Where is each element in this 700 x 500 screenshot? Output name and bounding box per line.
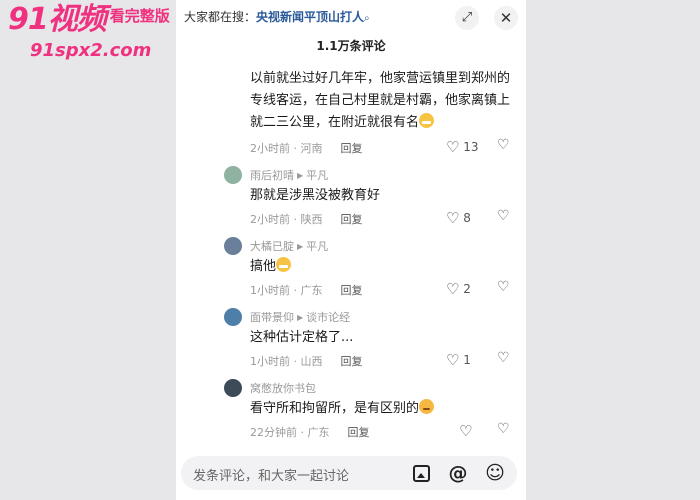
author-name[interactable]: 大橘已腚 [250, 240, 294, 253]
search-term-link[interactable]: 央视新闻平顶山打人 [256, 10, 364, 24]
heart-icon: ♡ [459, 422, 473, 440]
comment-author-row: 窝憋放你书包 [250, 380, 316, 396]
author-name[interactable]: 面带景仰 [250, 311, 294, 324]
comment-author-row: 雨后初晴 ▶ 平凡 [250, 169, 329, 182]
avatar[interactable] [224, 166, 242, 184]
comment-text: 以前就坐过好几年牢，他家营运镇里到郑州的专线客运，在自己村里就是村霸，他家离镇上… [250, 71, 511, 130]
reply-button[interactable]: 回复 [341, 213, 363, 226]
like-button[interactable]: ♡ [459, 422, 472, 440]
watermark: 91视频 看完整版 91spx2.com [8, 2, 170, 61]
like-button[interactable]: ♡ 8 [446, 209, 471, 227]
like-button[interactable]: ♡ 1 [446, 351, 471, 369]
comment-meta: 2小时前 · 河南 回复 [250, 142, 363, 155]
avatar[interactable] [224, 379, 242, 397]
image-icon[interactable] [409, 461, 433, 485]
heart-icon: ♡ [446, 351, 460, 369]
heart-icon: ♡ [446, 209, 460, 227]
heart-icon: ♡ [446, 280, 460, 298]
search-prefix: 大家都在搜： [184, 10, 257, 24]
watermark-url: 91spx2.com [30, 40, 152, 61]
author-name[interactable]: 雨后初晴 [250, 169, 294, 182]
dislike-icon[interactable]: ♡ [497, 350, 510, 366]
dislike-icon[interactable]: ♡ [497, 137, 510, 153]
reply-to-name[interactable]: 谈市论经 [306, 311, 350, 324]
reply-to-name[interactable]: 平凡 [306, 240, 328, 253]
heart-icon: ♡ [446, 138, 460, 156]
at-icon[interactable]: @ [446, 461, 470, 485]
dislike-icon[interactable]: ♡ [497, 208, 510, 224]
close-icon[interactable]: ✕ [494, 6, 518, 30]
like-button[interactable]: ♡ 13 [446, 138, 479, 156]
comment-author-row: 大橘已腚 ▶ 平凡 [250, 240, 329, 253]
comment-meta: 22分钟前 · 广东 回复 [250, 426, 370, 439]
reply-to-name[interactable]: 平凡 [306, 169, 328, 182]
comment-meta: 2小时前 · 陕西 回复 [250, 213, 363, 226]
comment-text: 搞他 [250, 256, 510, 278]
grin-emoji-icon [276, 257, 292, 272]
reply-button[interactable]: 回复 [348, 426, 370, 439]
watermark-logo: 91视频 [8, 2, 107, 37]
trending-search[interactable]: 大家都在搜：央视新闻平顶山打人⌕ [184, 8, 370, 28]
comment-text: 看守所和拘留所，是有区别的 [250, 398, 510, 420]
comment-text: 那就是涉黑没被教育好 [250, 188, 381, 203]
emoji-icon[interactable]: ☺ [483, 461, 507, 485]
avatar[interactable] [224, 308, 242, 326]
comment-count: 1.1万条评论 [316, 39, 386, 53]
reply-button[interactable]: 回复 [341, 284, 363, 297]
search-icon: ⌕ [364, 13, 370, 24]
avatar[interactable] [224, 237, 242, 255]
author-name[interactable]: 窝憋放你书包 [250, 382, 316, 395]
dislike-icon[interactable]: ♡ [497, 279, 510, 295]
expand-icon[interactable]: ⤢ [455, 6, 479, 30]
reply-button[interactable]: 回复 [341, 355, 363, 368]
wink-emoji-icon [419, 399, 435, 414]
comment-input-bar[interactable]: 发条评论，和大家一起讨论 @ ☺ [181, 456, 517, 490]
grin-emoji-icon [419, 113, 435, 128]
reply-button[interactable]: 回复 [341, 142, 363, 155]
comment-panel: 大家都在搜：央视新闻平顶山打人⌕ ⤢ ✕ 1.1万条评论 以前就坐过好几年牢，他… [176, 0, 526, 500]
watermark-tag: 看完整版 [109, 7, 170, 25]
comment-author-row: 面带景仰 ▶ 谈市论经 [250, 311, 351, 324]
dislike-icon[interactable]: ♡ [497, 421, 510, 437]
comment-input[interactable]: 发条评论，和大家一起讨论 [193, 465, 349, 484]
comment-meta: 1小时前 · 广东 回复 [250, 284, 363, 297]
comment-text: 这种估计定格了... [250, 330, 354, 345]
comment-meta: 1小时前 · 山西 回复 [250, 355, 363, 368]
like-button[interactable]: ♡ 2 [446, 280, 471, 298]
